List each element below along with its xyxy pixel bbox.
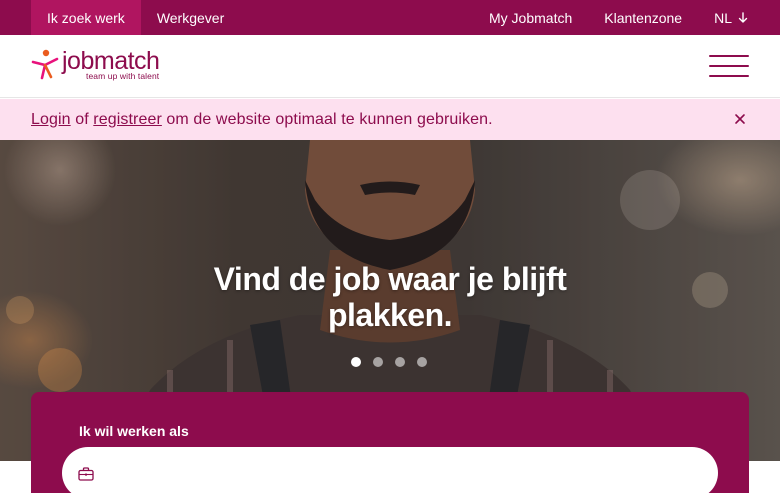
- briefcase-icon: [78, 467, 94, 481]
- logo-text: jobmatch team up with talent: [62, 49, 160, 81]
- tab-ik-zoek-werk[interactable]: Ik zoek werk: [31, 0, 141, 35]
- banner-text: Login of registreer om de website optima…: [31, 111, 493, 129]
- carousel-dots: [351, 357, 439, 367]
- job-search-card: Ik wil werken als: [31, 392, 749, 493]
- job-search-input[interactable]: [62, 447, 718, 493]
- close-icon[interactable]: [732, 111, 748, 127]
- jobmatch-figure-icon: [31, 49, 59, 80]
- search-label: Ik wil werken als: [79, 423, 189, 439]
- hero-title: Vind de job waar je blijft plakken.: [0, 261, 780, 333]
- site-header: jobmatch team up with talent: [0, 35, 780, 98]
- hamburger-menu-icon[interactable]: [709, 55, 749, 77]
- jobmatch-logo[interactable]: jobmatch team up with talent: [31, 49, 160, 81]
- banner-of: of: [70, 110, 94, 128]
- language-selector[interactable]: NL: [714, 10, 748, 26]
- banner-rest: om de website optimaal te kunnen gebruik…: [161, 110, 493, 128]
- hero-title-line-1: Vind de job waar je blijft: [213, 261, 567, 297]
- carousel-dot-3[interactable]: [395, 357, 405, 367]
- tab-werkgever[interactable]: Werkgever: [141, 0, 240, 35]
- language-label: NL: [714, 9, 732, 26]
- carousel-dot-2[interactable]: [373, 357, 383, 367]
- top-bar: Ik zoek werk Werkgever My Jobmatch Klant…: [0, 0, 780, 35]
- logo-tagline: team up with talent: [86, 71, 160, 81]
- hero-title-line-2: plakken.: [327, 297, 453, 333]
- carousel-dot-1[interactable]: [351, 357, 361, 367]
- top-bar-links: My Jobmatch Klantenzone NL: [457, 0, 780, 35]
- klantenzone-link[interactable]: Klantenzone: [604, 10, 682, 26]
- carousel-dot-4[interactable]: [417, 357, 427, 367]
- login-banner: Login of registreer om de website optima…: [0, 99, 780, 140]
- login-link[interactable]: Login: [31, 111, 71, 128]
- my-jobmatch-link[interactable]: My Jobmatch: [489, 10, 572, 26]
- arrow-down-icon: [738, 11, 748, 23]
- register-link[interactable]: registreer: [93, 111, 162, 128]
